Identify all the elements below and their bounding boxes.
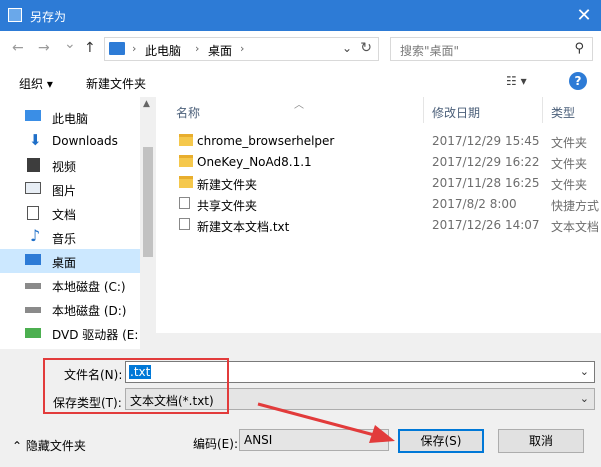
drive-icon (25, 307, 41, 313)
sidebar-item-videos[interactable]: 视频 (0, 153, 140, 177)
search-input[interactable]: 搜索"桌面" ⚲ (390, 37, 593, 61)
folder-icon (179, 134, 193, 146)
scrollbar-thumb[interactable] (143, 147, 153, 257)
navigation-bar: ← → ⌄ ↑ › 此电脑 › 桌面 › ⌄ ↻ 搜索"桌面" ⚲ (0, 31, 601, 67)
command-toolbar: 组织 ▾ 新建文件夹 ☷ ▾ ? (0, 67, 601, 97)
breadcrumb-desktop[interactable]: 桌面 (208, 42, 232, 59)
videos-icon (27, 158, 40, 172)
sidebar-item-pictures[interactable]: 图片 (0, 177, 140, 201)
sidebar-item-drive-d[interactable]: 本地磁盘 (D:) (0, 297, 140, 321)
text-file-icon (179, 218, 190, 230)
file-row[interactable]: 新建文件夹 2017/11/28 16:25 文件夹 (156, 173, 601, 193)
sidebar-item-drive-c[interactable]: 本地磁盘 (C:) (0, 273, 140, 297)
breadcrumb-separator: › (240, 42, 245, 55)
title-bar: 另存为 ✕ (0, 0, 601, 31)
chevron-down-icon[interactable]: ⌄ (580, 365, 589, 378)
save-button[interactable]: 保存(S) (398, 429, 484, 453)
pictures-icon (25, 182, 41, 194)
save-form: 文件名(N): .txt ⌄ 保存类型(T): 文本文档(*.txt) ⌄ ⌃ … (0, 349, 601, 467)
up-arrow-icon[interactable]: ↑ (84, 40, 96, 56)
sidebar-item-music[interactable]: ♪ 音乐 (0, 225, 140, 249)
sidebar-scrollbar[interactable]: ▲ (140, 97, 156, 349)
computer-icon (25, 110, 41, 121)
sidebar-item-desktop[interactable]: 桌面 (0, 249, 140, 273)
help-icon[interactable]: ? (569, 72, 587, 90)
music-icon: ♪ (30, 226, 41, 245)
address-bar[interactable]: › 此电脑 › 桌面 › ⌄ ↻ (104, 37, 379, 61)
sidebar-item-dvd-drive[interactable]: DVD 驱动器 (E: (0, 321, 140, 345)
file-list: ︿ 名称 修改日期 类型 chrome_browserhelper 2017/1… (156, 97, 601, 349)
search-placeholder: 搜索"桌面" (400, 44, 460, 58)
dvd-icon (25, 328, 41, 338)
desktop-icon (25, 254, 41, 265)
sidebar-item-downloads[interactable]: ⬇ Downloads (0, 129, 140, 153)
sidebar-item-this-pc[interactable]: 此电脑 (0, 105, 140, 129)
navigation-pane: 此电脑 ⬇ Downloads 视频 图片 文档 ♪ 音乐 桌面 本地磁盘 (C… (0, 97, 156, 349)
recent-locations-icon[interactable]: ⌄ (64, 36, 76, 52)
folder-icon (179, 155, 193, 167)
window-title: 另存为 (30, 10, 67, 24)
search-icon[interactable]: ⚲ (574, 41, 584, 56)
column-header-name[interactable]: 名称 (176, 104, 200, 121)
annotation-highlight-box (43, 358, 229, 414)
refresh-icon[interactable]: ↻ (360, 40, 372, 56)
folder-icon (179, 176, 193, 188)
encoding-label: 编码(E): (193, 437, 238, 451)
file-list-horizontal-scrollbar[interactable] (156, 333, 601, 349)
back-arrow-icon[interactable]: ← (12, 40, 24, 56)
encoding-value: ANSI (244, 433, 273, 447)
drive-icon (25, 283, 41, 289)
file-row[interactable]: chrome_browserhelper 2017/12/29 15:45 文件… (156, 131, 601, 151)
column-header-type[interactable]: 类型 (551, 104, 575, 121)
documents-icon (27, 206, 39, 220)
sort-ascending-icon: ︿ (294, 100, 304, 111)
file-list-header: ︿ 名称 修改日期 类型 (156, 97, 601, 123)
chevron-down-icon[interactable]: ⌄ (580, 392, 589, 405)
breadcrumb-separator: › (195, 42, 200, 55)
column-divider[interactable] (423, 97, 424, 123)
sidebar-item-documents[interactable]: 文档 (0, 201, 140, 225)
column-header-date[interactable]: 修改日期 (432, 104, 480, 121)
cancel-button[interactable]: 取消 (498, 429, 584, 453)
downloads-icon: ⬇ (29, 131, 42, 149)
file-row[interactable]: 共享文件夹 2017/8/2 8:00 快捷方式 (156, 194, 601, 214)
chevron-down-icon[interactable]: ⌄ (342, 41, 352, 55)
column-divider[interactable] (542, 97, 543, 123)
close-icon[interactable]: ✕ (567, 0, 601, 31)
forward-arrow-icon[interactable]: → (38, 40, 50, 56)
new-folder-button[interactable]: 新建文件夹 (86, 75, 146, 92)
encoding-select[interactable]: ANSI (239, 429, 389, 451)
shortcut-icon (179, 197, 190, 209)
computer-icon (109, 42, 125, 55)
breadcrumb-separator: › (132, 42, 137, 55)
hide-folders-toggle[interactable]: ⌃ 隐藏文件夹 (12, 437, 86, 454)
organize-button[interactable]: 组织 ▾ (19, 75, 53, 92)
file-row[interactable]: OneKey_NoAd8.1.1 2017/12/29 16:22 文件夹 (156, 152, 601, 172)
view-options-icon[interactable]: ☷ ▾ (506, 74, 527, 88)
breadcrumb-this-pc[interactable]: 此电脑 (145, 42, 181, 59)
window-icon (8, 8, 22, 22)
file-row[interactable]: 新建文本文档.txt 2017/12/26 14:07 文本文档 (156, 215, 601, 235)
scroll-up-icon[interactable]: ▲ (143, 99, 150, 109)
